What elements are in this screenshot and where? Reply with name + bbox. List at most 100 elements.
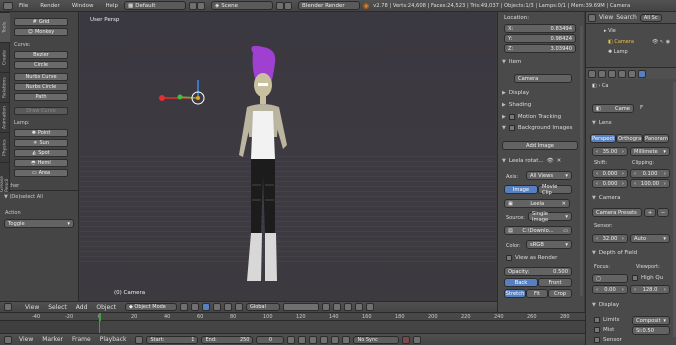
sensor-checkbox[interactable] [594,337,600,343]
proportional-edit-icon[interactable] [332,303,341,311]
sensor-fit-select[interactable]: Auto ▾ [630,234,670,243]
rotate-icon[interactable] [223,303,232,311]
manipulator-toggle-icon[interactable] [201,303,210,311]
menu-add[interactable]: Add [76,304,88,311]
background-images-header[interactable]: ▼ Background Images [502,125,573,131]
fake-user-label[interactable]: F [640,105,643,111]
crop-toggle[interactable]: Crop [548,289,572,298]
location-x-field[interactable]: X: 0.83494 [504,24,576,33]
display-section-header[interactable]: ▼ Display [592,302,619,308]
focus-distance-field[interactable]: ‹ 0.00 › [592,285,628,294]
front-toggle[interactable]: Front [538,278,572,287]
camera-presets-select[interactable]: Camera Presets [592,208,642,217]
remove-layout-icon[interactable] [197,1,206,10]
tab-relations[interactable]: Relations [0,72,10,102]
filepath-field[interactable]: ▤ C:\Downlo... ▭ [504,226,572,235]
menu-select[interactable]: Select [48,304,67,311]
opacity-slider[interactable]: Opacity: 0.500 [504,267,572,276]
lens-header[interactable]: ▼ Lens [592,120,612,126]
add-layout-icon[interactable] [189,1,198,10]
outliner-view-layer[interactable]: ▸ Vie [604,28,616,34]
add-sun-lamp-button[interactable]: ☀ Sun [14,139,68,147]
panel-scrollbar[interactable] [580,26,583,296]
keying-set-icon[interactable] [413,335,422,344]
add-area-lamp-button[interactable]: ▭ Area [14,169,68,177]
render-preview-icon[interactable] [365,303,374,311]
source-select[interactable]: Single Image ▾ [528,211,572,223]
focal-length-field[interactable]: ‹ 35.00 › [592,147,628,156]
add-nurbs-circle-button[interactable]: Nurbs Circle [14,83,68,91]
eye-icon[interactable]: 👁 [547,158,554,164]
color-space-select[interactable]: sRGB ▾ [526,240,572,249]
viewport-shading-icon[interactable] [179,303,188,311]
camera-data-field[interactable]: ◧ Came [592,104,634,113]
add-scene-icon[interactable] [276,1,285,10]
remove-scene-icon[interactable] [284,1,293,10]
back-toggle[interactable]: Back [504,278,538,287]
mist-row[interactable]: Mist [594,327,614,333]
clip-end-field[interactable]: ‹ 100.00 › [630,179,670,188]
add-hemi-lamp-button[interactable]: ◓ Hemi [14,159,68,167]
record-icon[interactable] [402,335,411,344]
collapse-triangle-icon[interactable]: ▼ [4,194,8,200]
mist-checkbox[interactable] [594,327,600,333]
outliner-camera[interactable]: ◧ Camera [608,39,634,45]
motion-tracking-header[interactable]: ▶ Motion Tracking [502,114,561,120]
add-path-button[interactable]: Path [14,93,68,101]
data-tab-icon[interactable] [638,70,646,78]
constraints-tab-icon[interactable] [628,70,636,78]
sync-mode-select[interactable]: No Sync [353,335,400,344]
display-size-field[interactable]: Si:0.50 [632,326,670,335]
add-spot-lamp-button[interactable]: ◭ Spot [14,149,68,157]
editor-type-icon[interactable] [4,303,12,311]
tab-create[interactable]: Create [0,42,10,72]
clip-start-field[interactable]: ‹ 0.100 › [630,169,670,178]
pivot-point-icon[interactable] [190,303,199,311]
tab-movie-clip[interactable]: Movie Clip [538,184,572,196]
lens-unit-select[interactable]: Millimete ▾ [630,147,670,156]
orthographic-toggle[interactable]: Orthogra [616,134,643,143]
sensor-display-row[interactable]: Sensor [594,337,622,343]
add-preset-button[interactable]: + [644,208,656,217]
layer-buttons[interactable] [282,303,319,311]
background-images-checkbox[interactable] [508,125,515,131]
menu-view-timeline[interactable]: View [19,336,33,343]
add-nurbs-curve-button[interactable]: Nurbs Curve [14,73,68,81]
search-menu[interactable]: Search [616,14,637,21]
high-quality-row[interactable]: High Qu [632,275,663,281]
dof-header[interactable]: ▼ Depth of Field [592,250,637,256]
sensor-size-field[interactable]: ‹ 32.00 › [592,234,628,243]
shift-y-field[interactable]: ‹ 0.000 › [592,179,628,188]
current-frame-field[interactable]: 0 [256,335,285,344]
shading-section-header[interactable]: ▶ Shading [502,102,531,108]
all-scenes-select[interactable]: All Sc [639,13,662,22]
end-frame-field[interactable]: End: 250 [201,335,254,344]
info-editor-icon[interactable] [3,1,13,10]
add-grid-button[interactable]: # Grid [14,18,68,26]
close-icon[interactable]: ✕ [557,158,562,164]
menu-file[interactable]: File [13,3,34,9]
add-monkey-button[interactable]: ☺ Monkey [14,28,68,36]
menu-object[interactable]: Object [96,304,116,311]
menu-render[interactable]: Render [34,3,66,9]
outliner-icon[interactable] [588,13,596,22]
motion-tracking-checkbox[interactable] [508,114,515,120]
timeline-editor[interactable]: -40-200204060801001201401601802002202402… [0,312,585,334]
next-keyframe-icon[interactable] [331,335,340,344]
menu-window[interactable]: Window [66,3,100,9]
preview-range-icon[interactable] [135,335,144,344]
render-engine-selector[interactable]: Blender Render [298,1,361,10]
translate-icon[interactable] [212,303,221,311]
add-point-lamp-button[interactable]: ✺ Point [14,129,68,137]
scene-tab-icon[interactable] [598,70,606,78]
transform-orientation-select[interactable]: Global [245,303,280,311]
world-tab-icon[interactable] [608,70,616,78]
item-section-header[interactable]: ▼ Item [502,59,521,65]
menu-marker[interactable]: Marker [42,336,63,343]
focus-object-field[interactable]: ▢ [592,274,628,283]
render-tab-icon[interactable] [588,70,596,78]
high-quality-checkbox[interactable] [632,275,638,281]
timeline-editor-icon[interactable] [4,335,12,344]
tab-image[interactable]: Image [504,185,538,194]
view-as-render-checkbox[interactable] [506,255,512,261]
